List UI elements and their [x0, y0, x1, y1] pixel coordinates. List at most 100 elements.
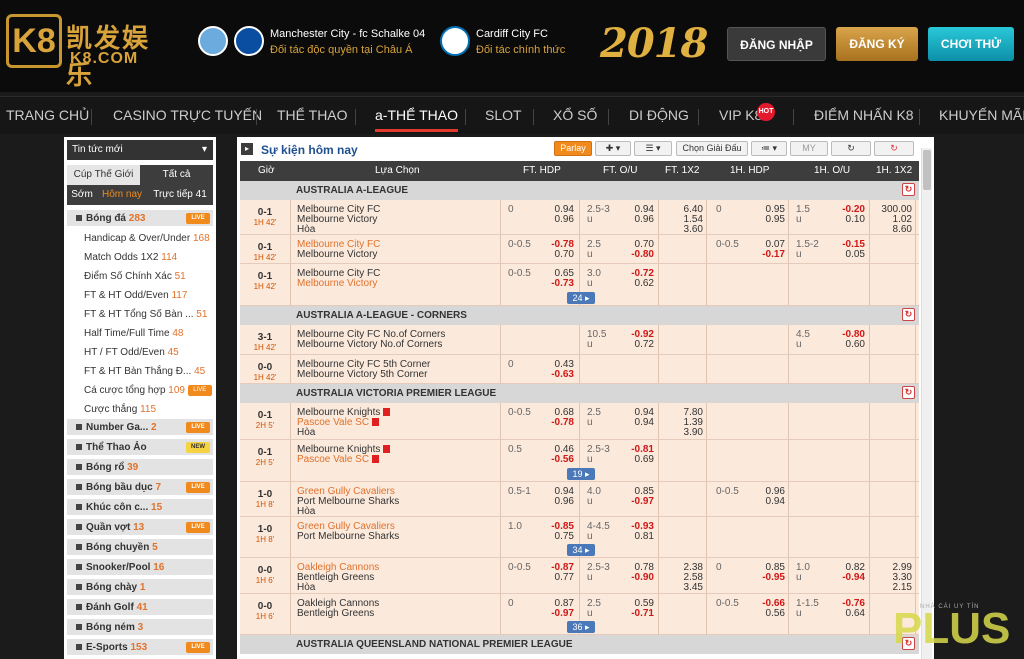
sport-item[interactable]: E-Sports 153 LIVE: [67, 639, 213, 656]
sidebar-subitem[interactable]: Handicap & Over/Under 168: [84, 229, 212, 248]
odds-cell[interactable]: 0.70: [555, 250, 574, 260]
refresh-button[interactable]: ↻: [831, 141, 871, 156]
sidebar-subitem[interactable]: Half Time/Full Time 48: [84, 324, 212, 343]
odds-cell[interactable]: 0.75: [555, 532, 574, 542]
sport-item[interactable]: Đánh Golf 41: [67, 599, 213, 616]
odds-cell[interactable]: 0.77: [555, 573, 574, 583]
try-play-button[interactable]: CHƠI THỬ: [928, 27, 1014, 61]
odds-cell[interactable]: 8.60: [893, 225, 912, 235]
odds-cell[interactable]: 0.96: [635, 215, 654, 225]
sidebar-subitem[interactable]: FT & HT Bàn Thắng Đ... 45: [84, 362, 212, 381]
tab-all[interactable]: Tất cả: [140, 165, 213, 185]
odds-cell[interactable]: 0.05: [846, 250, 865, 260]
nav-sports[interactable]: THỂ THAO: [277, 107, 348, 123]
sport-item[interactable]: Snooker/Pool 16: [67, 559, 213, 576]
sidebar-subitem[interactable]: HT / FT Odd/Even 45: [84, 343, 212, 362]
sport-item[interactable]: Bóng bầu dục 7 LIVE: [67, 479, 213, 496]
more-bets-button[interactable]: 34 ▸: [567, 544, 595, 556]
odds-cell[interactable]: -0.97: [551, 609, 574, 619]
refresh-icon[interactable]: ↻: [902, 308, 915, 321]
odds-cell[interactable]: -0.63: [551, 370, 574, 380]
nav-highlights[interactable]: ĐIỂM NHẤN K8: [814, 107, 914, 123]
view-menu-button[interactable]: ≔ ▾: [751, 141, 787, 156]
nav-slot[interactable]: SLOT: [485, 107, 522, 123]
man-city-crest-icon: [198, 26, 228, 56]
more-bets-button[interactable]: 36 ▸: [567, 621, 595, 633]
collapse-arrow-icon[interactable]: ▸: [241, 143, 253, 155]
sport-item[interactable]: Number Ga... 2 LIVE: [67, 419, 213, 436]
odds-cell[interactable]: 3.45: [684, 583, 703, 593]
odds-cell[interactable]: 0.94: [766, 497, 785, 507]
more-bets-button[interactable]: 19 ▸: [567, 468, 595, 480]
odds-cell[interactable]: 3.60: [684, 225, 703, 235]
odds-cell[interactable]: 0.10: [846, 215, 865, 225]
odds-cell[interactable]: 0.62: [635, 279, 654, 289]
odds-cell[interactable]: 0.94: [635, 418, 654, 428]
sidebar-subitem[interactable]: FT & HT Odd/Even 117: [84, 286, 212, 305]
sidebar-subitem[interactable]: Cá cược tổng hợp 109 LIVE: [84, 381, 212, 400]
odds-cell[interactable]: 0.95: [766, 215, 785, 225]
odds-cell[interactable]: -0.94: [842, 573, 865, 583]
sidebar-subitem[interactable]: Cược thắng 115: [84, 400, 212, 419]
sidebar-subitem[interactable]: Điểm Số Chính Xác 51: [84, 267, 212, 286]
scrollbar[interactable]: [921, 148, 932, 659]
odds-cell[interactable]: -0.78: [551, 418, 574, 428]
parlay-button[interactable]: Parlay: [554, 141, 592, 156]
register-button[interactable]: ĐĂNG KÝ: [836, 27, 918, 61]
odds-cell[interactable]: 0.64: [846, 609, 865, 619]
odds-cell[interactable]: -0.73: [551, 279, 574, 289]
odds-cell[interactable]: -0.71: [631, 609, 654, 619]
more-bets-button[interactable]: 24 ▸: [567, 292, 595, 304]
nav-a-sports[interactable]: a-THỂ THAO: [375, 107, 458, 132]
tab-today[interactable]: Hôm nay: [97, 185, 147, 205]
odds-cell[interactable]: 3.90: [684, 428, 703, 438]
nav-promotions[interactable]: KHUYẾN MÃI: [939, 107, 1024, 123]
scrollbar-thumb[interactable]: [923, 150, 931, 190]
sport-item[interactable]: Bóng rổ 39: [67, 459, 213, 476]
odds-cell[interactable]: -0.97: [631, 497, 654, 507]
sport-item[interactable]: Bóng ném 3: [67, 619, 213, 636]
odds-cell[interactable]: 0.60: [846, 340, 865, 350]
odds-cell[interactable]: 0.69: [635, 455, 654, 465]
news-dropdown[interactable]: Tin tức mới ▾: [67, 140, 213, 160]
subitem-count: 117: [171, 290, 188, 301]
odds-cell[interactable]: -0.17: [762, 250, 785, 260]
choose-league-button[interactable]: Chọn Giải Đấu: [676, 141, 748, 156]
tab-world-cup[interactable]: Cúp Thế Giới: [67, 165, 140, 185]
refresh-icon[interactable]: ↻: [902, 386, 915, 399]
odds-cell[interactable]: 0.72: [635, 340, 654, 350]
odds-cell[interactable]: 0.81: [635, 532, 654, 542]
odds-cell[interactable]: -0.90: [631, 573, 654, 583]
sport-item[interactable]: Thể Thao Ảo NEW: [67, 439, 213, 456]
sport-football[interactable]: Bóng đá 283 LIVE: [67, 210, 213, 227]
sidebar-subitem[interactable]: Match Odds 1X2 114: [84, 248, 212, 267]
nav-home[interactable]: TRANG CHỦ: [6, 107, 89, 123]
odds-cell[interactable]: -0.95: [762, 573, 785, 583]
sort-menu-button[interactable]: ☰ ▾: [634, 141, 672, 156]
nav-mobile[interactable]: DI ĐỘNG: [629, 107, 689, 123]
sidebar-subitem[interactable]: FT & HT Tổng Số Bàn ... 51: [84, 305, 212, 324]
sport-item[interactable]: Bóng chuyền 5: [67, 539, 213, 556]
add-menu-button[interactable]: ✚ ▾: [595, 141, 631, 156]
odds-cell[interactable]: 0.96: [555, 215, 574, 225]
refresh-icon[interactable]: ↻: [902, 183, 915, 196]
odds-cell[interactable]: 2.15: [893, 583, 912, 593]
k8-logo[interactable]: K8 凯发娱乐 K8.COM: [6, 14, 166, 91]
odds-cell[interactable]: -0.56: [551, 455, 574, 465]
odds-cell[interactable]: -0.80: [631, 250, 654, 260]
odds-cell[interactable]: 0.96: [555, 497, 574, 507]
sport-item[interactable]: Quần vợt 13 LIVE: [67, 519, 213, 536]
tab-live[interactable]: Trực tiếp 41: [147, 185, 213, 205]
my-odds-button[interactable]: MY: [790, 141, 828, 156]
nav-casino[interactable]: CASINO TRỰC TUYẾN: [113, 107, 262, 123]
sport-item[interactable]: Khúc côn c... 15: [67, 499, 213, 516]
odds-cell[interactable]: 0.56: [766, 609, 785, 619]
subitem-label: HT / FT Odd/Even: [84, 347, 165, 358]
sport-item[interactable]: Bóng chày 1: [67, 579, 213, 596]
match-score: 0-1: [257, 271, 273, 282]
refresh-all-button[interactable]: ↻: [874, 141, 914, 156]
login-button[interactable]: ĐĂNG NHẬP: [727, 27, 826, 61]
nav-lottery[interactable]: XỔ SỐ: [553, 107, 597, 123]
nav-vip[interactable]: VIP K8: [719, 107, 762, 123]
tab-early[interactable]: Sớm: [67, 185, 97, 205]
